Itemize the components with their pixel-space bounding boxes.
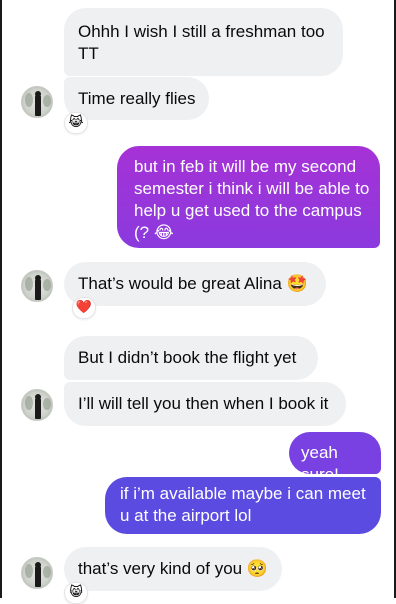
message-text: That’s would be great Alina xyxy=(78,274,282,293)
contact-avatar[interactable] xyxy=(21,389,53,421)
star-struck-emoji-icon: 🤩 xyxy=(286,274,308,294)
message-reaction[interactable]: 😹 xyxy=(64,112,88,134)
message-bubble-sent[interactable]: yeah sure! xyxy=(289,432,381,484)
pleading-face-emoji-icon: 🥺 xyxy=(246,559,269,579)
message-text: I’ll will tell you then when I book it xyxy=(78,394,329,413)
message-bubble-sent[interactable]: if i’m available maybe i can meet u at t… xyxy=(105,477,381,534)
message-text: But I didn’t book the flight yet xyxy=(78,348,297,367)
message-bubble-received[interactable]: that’s very kind of you 🥺 xyxy=(64,547,282,591)
chat-thread: Ohhh I wish I still a freshman too TT Ti… xyxy=(0,0,396,604)
message-bubble-sent[interactable]: but in feb it will be my second semester… xyxy=(117,146,380,248)
message-bubble-received[interactable]: But I didn’t book the flight yet xyxy=(64,336,318,380)
message-bubble-received[interactable]: Ohhh I wish I still a freshman too TT xyxy=(64,8,343,76)
message-bubble-received[interactable]: That’s would be great Alina 🤩 xyxy=(64,262,326,306)
contact-avatar[interactable] xyxy=(21,86,53,118)
cat-laugh-emoji-icon: 😹 xyxy=(68,115,84,130)
message-text: if i’m available maybe i can meet u at t… xyxy=(120,484,366,525)
message-bubble-received[interactable]: I’ll will tell you then when I book it xyxy=(64,382,346,426)
message-reaction[interactable]: 😸 xyxy=(64,582,88,604)
laughing-tears-emoji-icon: 😂 xyxy=(153,223,174,243)
contact-avatar[interactable] xyxy=(21,557,53,589)
message-text: that’s very kind of you xyxy=(78,559,243,578)
heart-emoji-icon: ❤️ xyxy=(75,300,93,315)
contact-avatar[interactable] xyxy=(21,270,53,302)
message-reaction[interactable]: ❤️ xyxy=(72,297,96,319)
message-text: Ohhh I wish I still a freshman too TT xyxy=(78,22,325,63)
message-bubble-received[interactable]: Time really flies xyxy=(64,77,210,120)
message-text: Time really flies xyxy=(78,89,196,108)
